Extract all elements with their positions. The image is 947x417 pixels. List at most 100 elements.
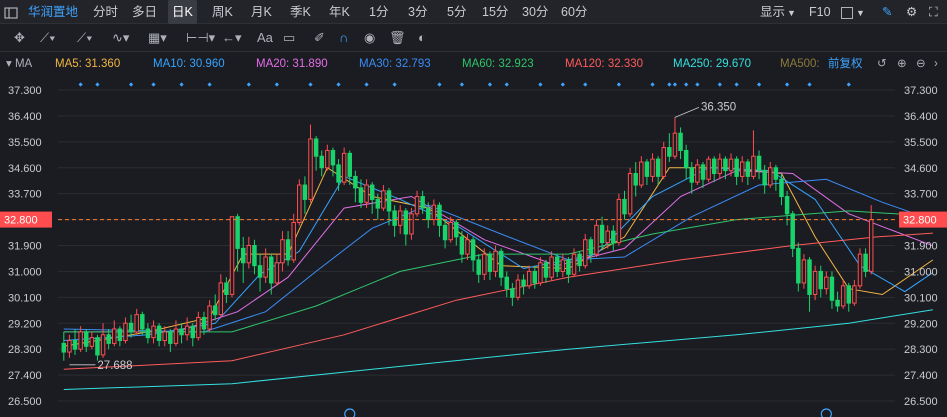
candle-body [409, 213, 414, 235]
fullscreen-icon[interactable]: ⛶ [929, 0, 938, 24]
stock-name[interactable]: 华润置地 [28, 0, 78, 24]
candle-body [151, 325, 156, 339]
candle-body [168, 331, 173, 344]
period-tab-8[interactable]: 3分 [408, 0, 427, 24]
candle-body [426, 207, 431, 221]
y-tick-label: 29.200 [904, 318, 938, 330]
candle-body [498, 250, 504, 278]
period-tab-11[interactable]: 30分 [522, 0, 548, 24]
candle-body [454, 221, 459, 238]
measure-tool-icon[interactable]: ▦▾ [148, 24, 167, 52]
candle-body [633, 173, 638, 186]
candle-body [134, 314, 139, 333]
event-marker-icon[interactable] [344, 408, 356, 417]
ma60-label: MA60: 32.923 [462, 58, 534, 70]
candle-body [717, 158, 723, 175]
period-tab-1[interactable]: 多日 [132, 0, 157, 24]
y-tick-label: 33.700 [8, 189, 42, 201]
period-tab-3[interactable]: 周K [212, 0, 233, 24]
signal-marker [246, 82, 251, 87]
trash-icon[interactable]: 🗑 [389, 24, 406, 52]
candle-body [117, 328, 123, 342]
candle-body [801, 259, 807, 284]
y-axis-right: 37.300 36.400 35.500 34.600 33.700 32.800 31.9… [904, 85, 938, 408]
signal-marker [756, 82, 762, 87]
ma-line-ma30 [63, 178, 934, 333]
signal-marker [672, 82, 678, 87]
zoom-in-icon[interactable]: ⊕ [897, 52, 907, 76]
kline-chart[interactable]: 37.300 36.400 35.500 34.600 33.700 32.800 31.9… [0, 76, 947, 417]
candle-body [297, 184, 302, 223]
candle-body [459, 236, 465, 255]
adjust-mode-label[interactable]: 前复权 [828, 52, 863, 76]
ma-line-ma5 [63, 166, 934, 347]
y-tick-label: 26.500 [8, 396, 42, 408]
low-annotation: 27.688 [97, 360, 132, 372]
checkbox-dropdown[interactable]: ▼ [841, 0, 865, 24]
price-tag-right: 32.800 [903, 215, 937, 227]
event-marker-icon[interactable] [820, 408, 832, 417]
zoom-out-icon[interactable]: ⊖ [916, 52, 926, 76]
more-icon[interactable]: › [934, 52, 938, 76]
candle-body [571, 253, 577, 275]
candle-body [397, 210, 403, 226]
sidebar-toggle-icon[interactable] [4, 0, 18, 24]
period-tab-2[interactable]: 日K [168, 0, 197, 24]
period-tab-9[interactable]: 5分 [447, 0, 466, 24]
candle-body [487, 253, 493, 272]
period-tab-6[interactable]: 年K [329, 0, 350, 24]
wave-tool-icon[interactable]: ∿▾ [112, 24, 129, 52]
candle-body [184, 325, 190, 336]
ma-toggle[interactable]: ▾ MA [6, 52, 32, 76]
arrow-tool-icon[interactable]: ←▾ [222, 24, 242, 52]
candle-body [840, 285, 846, 307]
period-tab-0[interactable]: 分时 [93, 0, 118, 24]
period-tab-10[interactable]: 15分 [482, 0, 508, 24]
line-tool-icon[interactable]: ⟋▾ [40, 24, 55, 52]
candle-body [560, 259, 566, 272]
magnet-icon[interactable]: ∩ [339, 24, 348, 52]
period-tab-5[interactable]: 季K [290, 0, 311, 24]
candle-body [392, 210, 397, 226]
candle-body [504, 276, 509, 290]
period-tab-7[interactable]: 1分 [369, 0, 388, 24]
toggle-icon[interactable]: ◐ [418, 24, 426, 52]
candle-body [381, 190, 386, 209]
crosshair-move-icon[interactable]: ✥ [14, 24, 25, 52]
price-tag-left: 32.800 [4, 215, 38, 227]
candle-body [358, 187, 364, 203]
candle-body [711, 158, 717, 175]
signal-marker [459, 82, 465, 87]
candle-body [196, 316, 201, 339]
candle-body [364, 184, 369, 203]
candle-body [263, 256, 268, 278]
candle-body [123, 322, 128, 342]
candle-body [240, 247, 246, 264]
candle-body [369, 184, 375, 200]
reset-icon[interactable]: ↺ [877, 52, 887, 76]
signal-marker [504, 82, 509, 87]
candle-body [644, 161, 650, 177]
pen-icon[interactable]: ✎ [882, 0, 892, 24]
candle-body [386, 190, 392, 212]
candle-body [72, 340, 78, 350]
candle-body [577, 253, 582, 267]
y-tick-label: 31.900 [8, 241, 42, 253]
eye-icon[interactable]: ◉ [364, 24, 375, 52]
polyline-tool-icon[interactable]: ⟋▾ [77, 24, 92, 52]
ma5-label: MA5: 31.360 [55, 58, 121, 70]
candle-body [347, 152, 352, 177]
period-tab-12[interactable]: 60分 [561, 0, 587, 24]
y-tick-label: 27.400 [8, 370, 42, 382]
range-tool-icon[interactable]: ⊢⊣▾ [186, 24, 215, 52]
signal-marker [695, 82, 700, 87]
f10-button[interactable]: F10 [809, 0, 831, 24]
settings-icon[interactable]: ⚙ [906, 0, 917, 24]
candle-body [403, 210, 409, 235]
comment-tool-icon[interactable]: ▭ [283, 24, 295, 52]
eraser-icon[interactable]: ✐ [314, 24, 325, 52]
period-tab-4[interactable]: 月K [251, 0, 272, 24]
display-dropdown[interactable]: 显示 ▼ [760, 0, 796, 24]
text-tool-icon[interactable]: Aa [257, 24, 273, 52]
y-tick-label: 33.700 [904, 189, 938, 201]
